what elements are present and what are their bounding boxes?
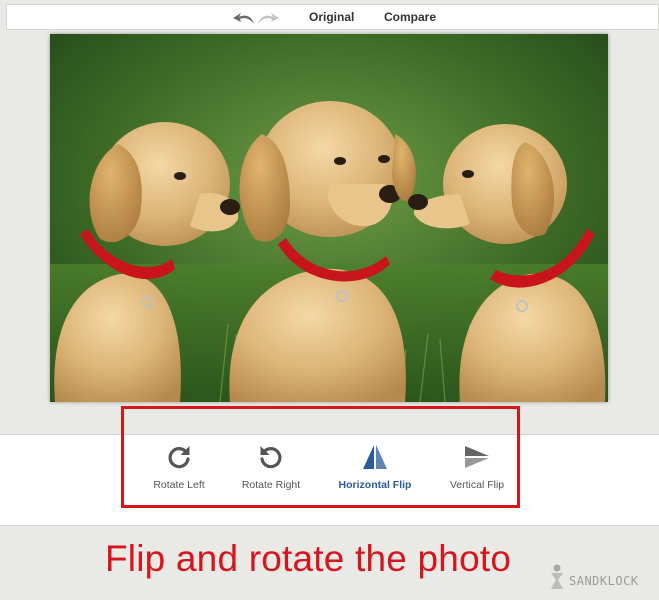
tab-original[interactable]: Original (309, 10, 354, 24)
undo-redo-group (232, 10, 282, 26)
rotate-right-label: Rotate Right (241, 479, 301, 491)
rotate-right-button[interactable]: Rotate Right (221, 443, 321, 493)
horizontal-flip-label: Horizontal Flip (338, 479, 412, 491)
watermark-text: SANDKLOCK (569, 574, 639, 588)
tab-compare[interactable]: Compare (384, 10, 436, 24)
vertical-flip-label: Vertical Flip (449, 479, 505, 491)
vertical-flip-button[interactable]: Vertical Flip (427, 443, 527, 493)
rotate-left-label: Rotate Left (153, 479, 205, 491)
photo-preview[interactable] (50, 34, 608, 402)
undo-icon[interactable] (233, 13, 254, 24)
rotate-right-icon (260, 446, 282, 469)
caption-text: Flip and rotate the photo (105, 538, 512, 579)
rotate-left-button[interactable]: Rotate Left (129, 443, 229, 493)
transform-tools: Rotate Left Rotate Right Horizontal Flip… (0, 434, 659, 526)
horizontal-flip-button[interactable]: Horizontal Flip (325, 443, 425, 493)
sandklock-watermark: SANDKLOCK (549, 564, 659, 594)
vertical-flip-icon (464, 446, 490, 468)
horizontal-flip-icon (363, 444, 387, 470)
canvas-area (0, 34, 659, 434)
rotate-left-icon (168, 446, 190, 469)
hourglass-icon (551, 564, 563, 589)
top-toolbar: Original Compare (0, 0, 659, 34)
toolbar-panel: Original Compare (6, 4, 659, 30)
redo-icon[interactable] (258, 13, 279, 24)
